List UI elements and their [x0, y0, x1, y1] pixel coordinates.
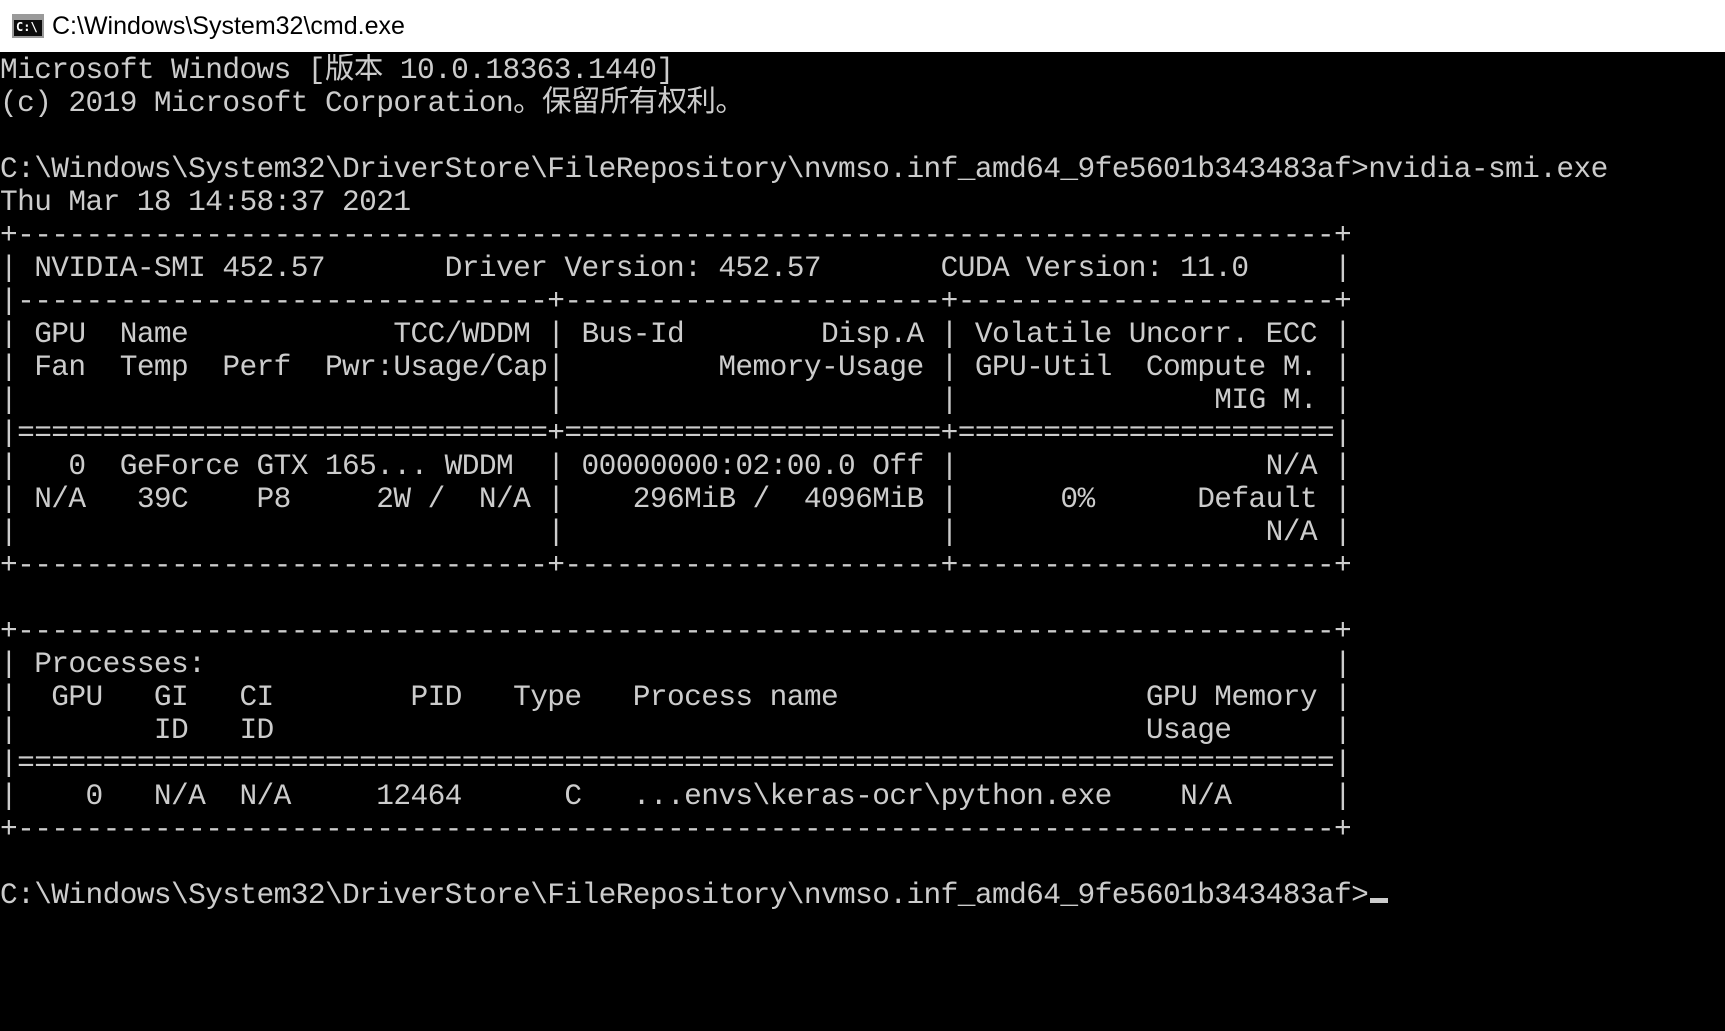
console-line: |=======================================…: [0, 746, 1352, 780]
console-line: | | | N/A |: [0, 515, 1352, 549]
console-line: |===============================+=======…: [0, 416, 1352, 450]
console-line: | 0 N/A N/A 12464 C ...envs\keras-ocr\py…: [0, 779, 1352, 813]
console-line: +-------------------------------+-------…: [0, 548, 1352, 582]
console-line: | NVIDIA-SMI 452.57 Driver Version: 452.…: [0, 251, 1352, 285]
prompt-text: C:\Windows\System32\DriverStore\FileRepo…: [0, 878, 1369, 912]
console-line: | Fan Temp Perf Pwr:Usage/Cap| Memory-Us…: [0, 350, 1352, 384]
console-line: +---------------------------------------…: [0, 218, 1352, 252]
console-line: | GPU GI CI PID Type Process name GPU Me…: [0, 680, 1352, 714]
console-line: | Processes: |: [0, 647, 1352, 681]
console-output[interactable]: Microsoft Windows [版本 10.0.18363.1440] (…: [0, 54, 1725, 1031]
console-line: (c) 2019 Microsoft Corporation。保留所有权利。: [0, 86, 745, 120]
console-line: | | | MIG M. |: [0, 383, 1352, 417]
console-line: Thu Mar 18 14:58:37 2021: [0, 185, 411, 219]
console-line: | GPU Name TCC/WDDM | Bus-Id Disp.A | Vo…: [0, 317, 1352, 351]
console-line: | ID ID Usage |: [0, 713, 1352, 747]
text-cursor: [1370, 898, 1389, 903]
cmd-icon: C:\: [12, 14, 44, 38]
console-line: |-------------------------------+-------…: [0, 284, 1352, 318]
console-line: +---------------------------------------…: [0, 614, 1352, 648]
console-line: | 0 GeForce GTX 165... WDDM | 00000000:0…: [0, 449, 1352, 483]
console-line: Microsoft Windows [版本 10.0.18363.1440]: [0, 54, 674, 87]
cmd-window: C:\ C:\Windows\System32\cmd.exe Microsof…: [0, 0, 1725, 1031]
console-line: C:\Windows\System32\DriverStore\FileRepo…: [0, 152, 1608, 186]
console-line: | N/A 39C P8 2W / N/A | 296MiB / 4096MiB…: [0, 482, 1352, 516]
cmd-icon-glyph: C:\: [16, 20, 38, 34]
title-bar[interactable]: C:\ C:\Windows\System32\cmd.exe: [0, 0, 1725, 52]
prompt-line[interactable]: C:\Windows\System32\DriverStore\FileRepo…: [0, 878, 1389, 912]
console-line: +---------------------------------------…: [0, 812, 1352, 846]
window-title: C:\Windows\System32\cmd.exe: [52, 11, 405, 40]
